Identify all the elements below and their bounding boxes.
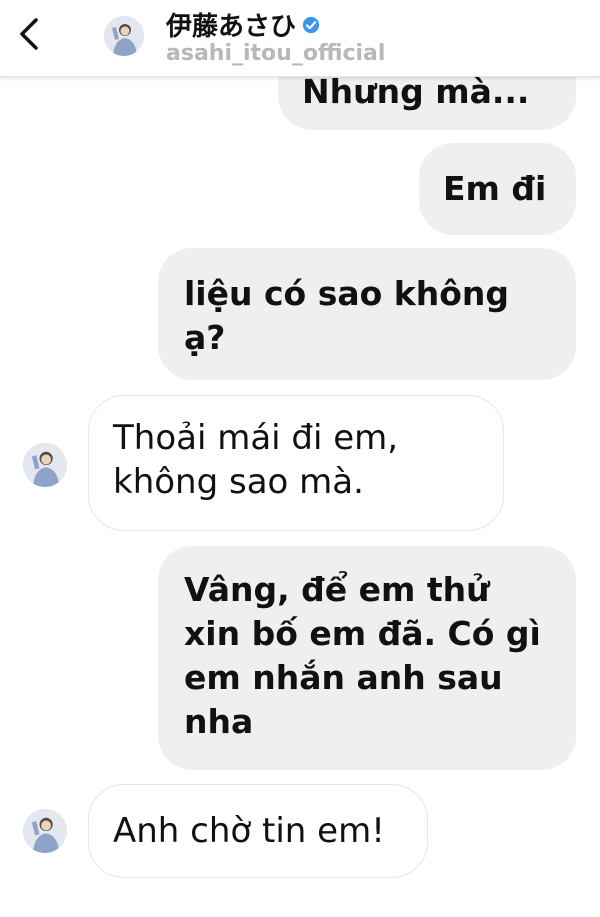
chevron-left-icon xyxy=(20,18,38,50)
chat-header: 伊藤あさひ asahi_itou_official xyxy=(0,0,600,77)
sent-message-bubble[interactable]: Em đi xyxy=(419,143,576,235)
message-text: Vâng, để em thử xin bố em đã. Có gì em n… xyxy=(184,570,541,741)
sent-message-bubble[interactable]: liệu có sao không ạ? xyxy=(158,248,576,380)
sent-message-bubble[interactable]: Vâng, để em thử xin bố em đã. Có gì em n… xyxy=(158,546,576,770)
verified-badge-icon xyxy=(302,16,320,33)
message-text: liệu có sao không ạ? xyxy=(184,274,510,357)
contact-name[interactable]: 伊藤あさひ xyxy=(166,6,320,43)
message-text: Anh chờ tin em! xyxy=(113,811,385,851)
message-text: Thoải mái đi em, không sao mà. xyxy=(113,418,399,502)
received-message-bubble[interactable]: Thoải mái đi em, không sao mà. xyxy=(88,395,504,531)
received-message-bubble[interactable]: Anh chờ tin em! xyxy=(88,784,428,878)
message-text: Em đi xyxy=(443,169,547,208)
avatar[interactable] xyxy=(104,16,144,56)
message-text: Nhưng mà... xyxy=(302,72,530,111)
display-name: 伊藤あさひ xyxy=(166,12,297,42)
username: asahi_itou_official xyxy=(166,41,386,66)
back-button[interactable] xyxy=(14,16,46,52)
avatar[interactable] xyxy=(23,443,67,487)
avatar[interactable] xyxy=(23,809,67,853)
